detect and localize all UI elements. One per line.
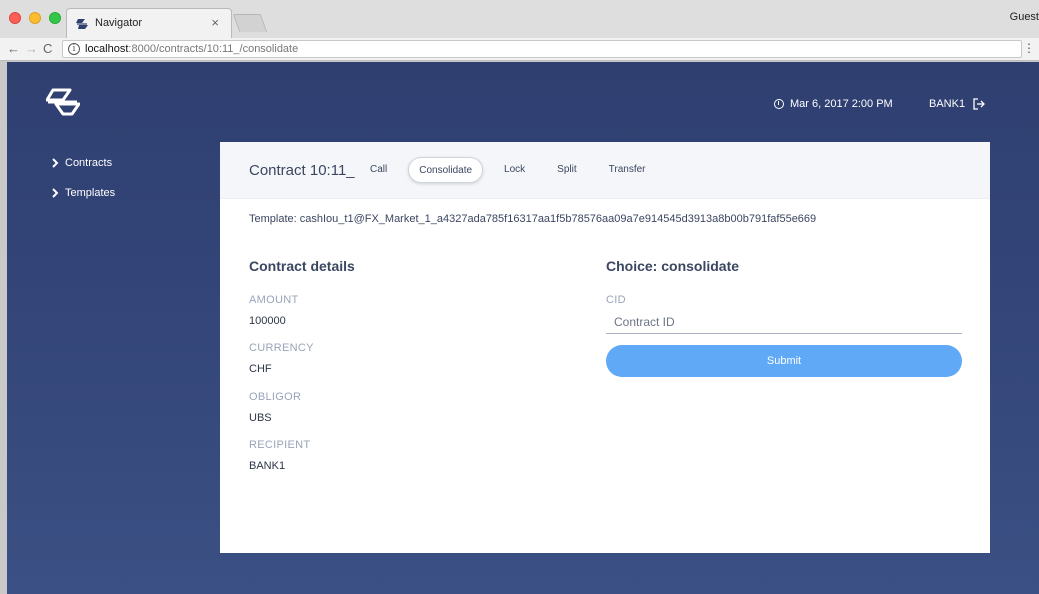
maximize-window-button[interactable] [49, 12, 61, 24]
browser-tab-bar: Navigator × Guest [0, 0, 1039, 38]
new-tab-button[interactable] [232, 14, 268, 32]
address-bar-row: ← → C i localhost:8000/contracts/10:11_/… [0, 38, 1039, 61]
tab-transfer[interactable]: Transfer [598, 157, 657, 183]
field-value-obligor: UBS [249, 412, 272, 424]
window-controls [9, 12, 61, 24]
contract-panel: Contract 10:11_ Call Consolidate Lock Sp… [220, 142, 990, 553]
url-text: localhost:8000/contracts/10:11_/consolid… [85, 43, 298, 55]
field-value-recipient: BANK1 [249, 460, 286, 472]
clock-icon [774, 99, 784, 109]
browser-tab-title: Navigator [95, 17, 143, 29]
field-value-amount: 100000 [249, 315, 286, 327]
chevron-right-icon [52, 188, 59, 198]
tab-call[interactable]: Call [359, 157, 398, 183]
field-value-currency: CHF [249, 363, 272, 375]
url-host: localhost [85, 43, 129, 55]
sidebar-item-label: Templates [65, 187, 116, 199]
logout-icon[interactable] [973, 98, 985, 110]
contract-details-title: Contract details [249, 258, 355, 274]
field-label-recipient: RECIPIENT [249, 439, 311, 451]
browser-menu-icon[interactable]: ⋮ [1023, 41, 1035, 55]
field-label-obligor: OBLIGOR [249, 391, 302, 403]
reload-icon[interactable]: C [43, 41, 52, 56]
sidebar-item-label: Contracts [65, 157, 113, 169]
navigator-logo-icon[interactable] [46, 88, 80, 116]
sidebar-item-contracts[interactable]: Contracts [51, 148, 115, 178]
url-field[interactable]: i localhost:8000/contracts/10:11_/consol… [62, 40, 1022, 58]
back-arrow-icon[interactable]: ← [7, 41, 20, 56]
navigator-app: Mar 6, 2017 2:00 PM BANK1 Contracts Temp… [7, 62, 1039, 594]
close-tab-icon[interactable]: × [211, 15, 219, 30]
url-path: :8000/contracts/10:11_/consolidate [128, 43, 299, 55]
user-menu[interactable]: BANK1 [929, 98, 985, 110]
user-name: BANK1 [929, 98, 966, 110]
sidebar: Contracts Templates [51, 148, 115, 208]
tab-consolidate[interactable]: Consolidate [408, 157, 484, 183]
template-id: Template: cashIou_t1@FX_Market_1_a4327ad… [249, 213, 817, 225]
profile-label[interactable]: Guest [1010, 11, 1039, 23]
field-label-amount: AMOUNT [249, 294, 299, 306]
field-label-currency: CURRENCY [249, 342, 314, 354]
datetime-text: Mar 6, 2017 2:00 PM [790, 98, 893, 110]
current-time: Mar 6, 2017 2:00 PM [774, 98, 893, 110]
sidebar-item-templates[interactable]: Templates [51, 178, 115, 208]
navigator-favicon-icon [76, 19, 88, 29]
close-window-button[interactable] [9, 12, 21, 24]
cid-label: CID [606, 294, 626, 306]
choice-title: Choice: consolidate [606, 258, 740, 274]
forward-arrow-icon[interactable]: → [25, 41, 38, 56]
info-icon[interactable]: i [68, 43, 80, 55]
tab-split[interactable]: Split [546, 157, 587, 183]
tab-lock[interactable]: Lock [493, 157, 536, 183]
browser-tab[interactable]: Navigator × [66, 8, 232, 38]
choice-tabs: Call Consolidate Lock Split Transfer [359, 157, 667, 183]
minimize-window-button[interactable] [29, 12, 41, 24]
contract-id-input[interactable] [606, 310, 962, 334]
contract-header: Contract 10:11_ Call Consolidate Lock Sp… [220, 142, 990, 199]
contract-title: Contract 10:11_ [249, 162, 355, 179]
submit-button[interactable]: Submit [606, 345, 962, 377]
chevron-right-icon [52, 158, 59, 168]
